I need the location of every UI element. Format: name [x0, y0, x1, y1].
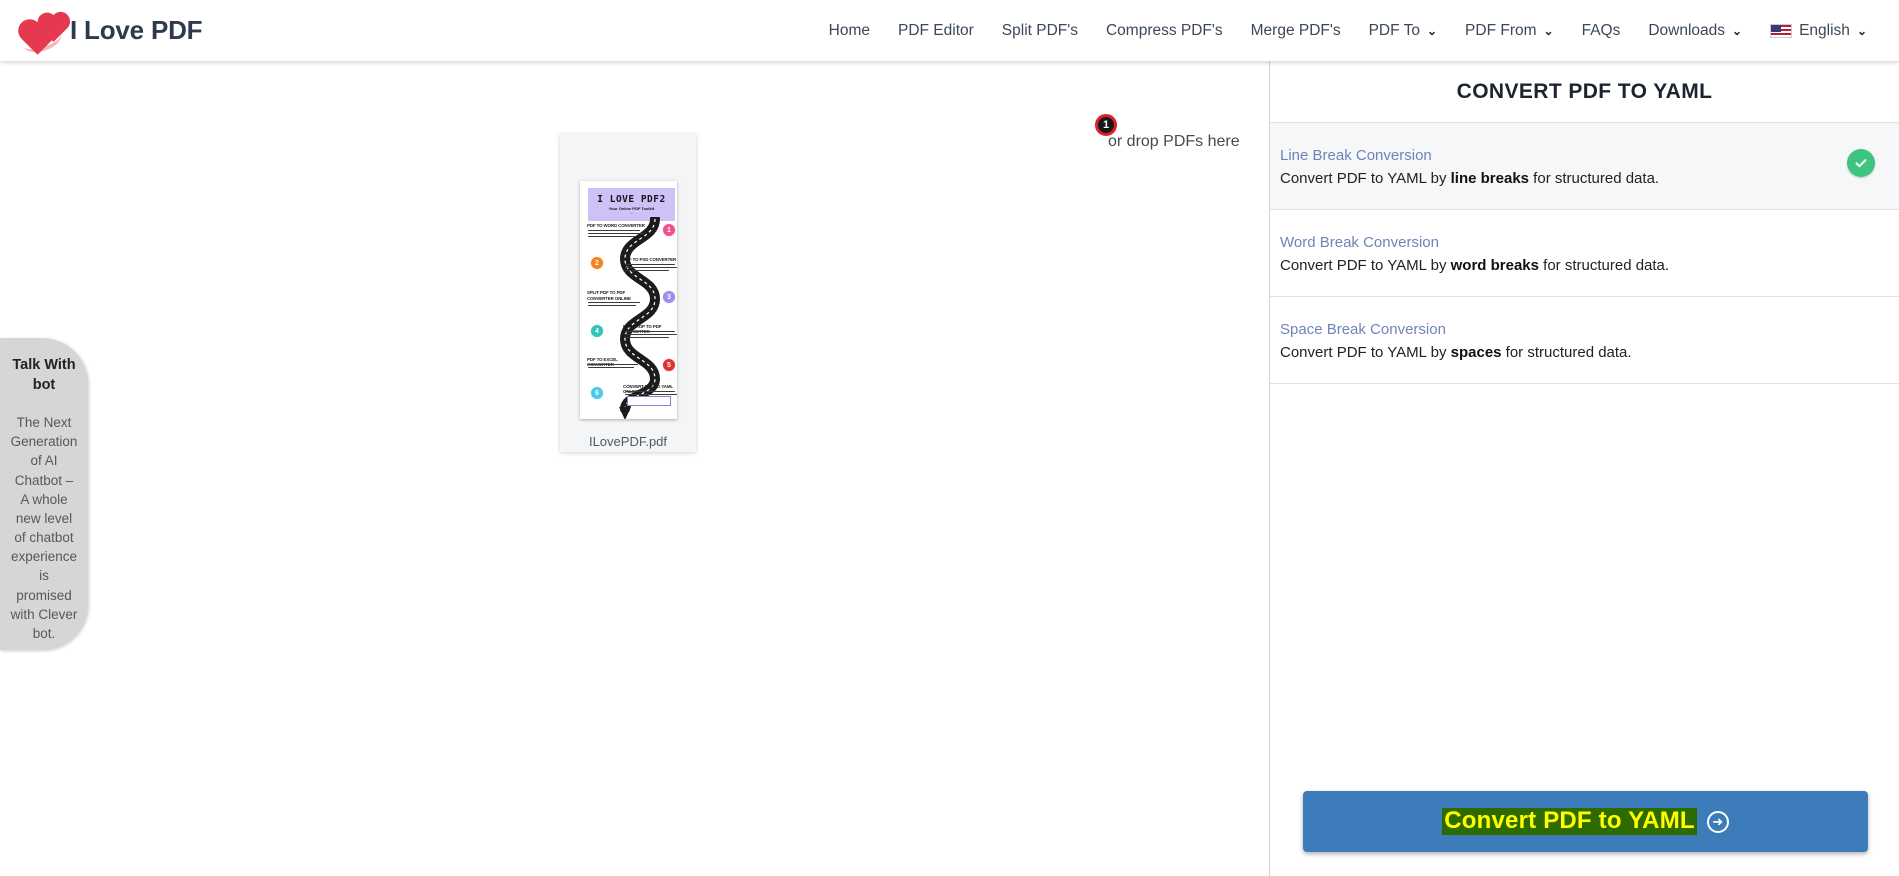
- uploaded-file-card[interactable]: I LOVE PDF2 Your Online PDF Toolkit — 1 …: [560, 134, 696, 452]
- roadmap-node-4: 4: [590, 324, 604, 338]
- option-desc-bold: word breaks: [1450, 257, 1539, 274]
- infographic-cta-button: [627, 396, 671, 406]
- infographic-title: I LOVE PDF2: [597, 194, 666, 205]
- roadmap-heading-6: CONVERT PDF TO YAML ONLINE: [623, 384, 673, 394]
- nav-item-compress-pdfs[interactable]: Compress PDF's: [1092, 22, 1237, 40]
- nav-item-downloads[interactable]: Downloads ⌄: [1634, 22, 1756, 40]
- option-line-break-conversion[interactable]: Line Break Conversion Convert PDF to YAM…: [1270, 123, 1899, 210]
- nav-item-pdf-from[interactable]: PDF From ⌄: [1451, 22, 1568, 40]
- check-circle-icon[interactable]: [1847, 149, 1875, 177]
- main-navigation: Home PDF Editor Split PDF's Compress PDF…: [815, 22, 1881, 40]
- infographic-divider: —: [630, 211, 633, 215]
- nav-item-home[interactable]: Home: [815, 22, 884, 40]
- chevron-down-icon: ⌄: [1732, 23, 1743, 38]
- roadmap-node-2: 2: [590, 256, 604, 270]
- nav-label: Downloads: [1648, 21, 1726, 39]
- roadmap-heading-2: PDF TO PSD CONVERTER: [623, 257, 677, 262]
- nav-label: Home: [828, 21, 870, 39]
- chatbot-title: Talk With bot: [12, 357, 76, 393]
- chatbot-widget[interactable]: Talk With bot The Next Generation of AI …: [0, 338, 88, 650]
- nav-item-split-pdfs[interactable]: Split PDF's: [988, 22, 1092, 40]
- nav-label: PDF Editor: [897, 21, 974, 39]
- file-name-label: ILovePDF.pdf: [588, 434, 668, 449]
- option-title[interactable]: Line Break Conversion: [1280, 147, 1875, 164]
- nav-label: Split PDF's: [1001, 21, 1078, 39]
- option-desc-after: for structured data.: [1529, 170, 1660, 187]
- nav-label: Compress PDF's: [1105, 21, 1223, 39]
- option-desc-before: Convert PDF to YAML by: [1280, 257, 1451, 274]
- roadmap-heading-1: PDF TO WORD CONVERTER: [587, 223, 645, 228]
- language-selector[interactable]: English ⌄: [1756, 22, 1881, 40]
- conversion-panel: CONVERT PDF TO YAML Line Break Conversio…: [1269, 61, 1899, 876]
- panel-title: CONVERT PDF TO YAML: [1270, 61, 1899, 123]
- option-desc-after: for structured data.: [1539, 257, 1670, 274]
- nav-item-pdf-to[interactable]: PDF To ⌄: [1355, 22, 1451, 40]
- option-description: Convert PDF to YAML by line breaks for s…: [1280, 170, 1875, 187]
- option-space-break-conversion[interactable]: Space Break Conversion Convert PDF to YA…: [1270, 297, 1899, 384]
- nav-label: PDF From: [1465, 21, 1537, 39]
- roadmap-heading-4: PDF CROP TO PDF CONVERTER: [623, 324, 662, 334]
- pdf-page-preview: I LOVE PDF2 Your Online PDF Toolkit — 1 …: [583, 184, 677, 419]
- option-desc-before: Convert PDF to YAML by: [1280, 170, 1451, 187]
- app-root: I Love PDF Home PDF Editor Split PDF's C…: [0, 0, 1899, 876]
- us-flag-icon: [1770, 23, 1793, 38]
- option-description: Convert PDF to YAML by word breaks for s…: [1280, 257, 1875, 274]
- convert-button-label: Convert PDF to YAML: [1442, 807, 1697, 835]
- chatbot-description: The Next Generation of AI Chatbot – A wh…: [10, 415, 78, 641]
- option-desc-bold: spaces: [1450, 344, 1502, 361]
- option-desc-after: for structured data.: [1501, 344, 1632, 361]
- option-desc-bold: line breaks: [1450, 170, 1530, 187]
- chevron-down-icon: ⌄: [1543, 23, 1554, 38]
- option-description: Convert PDF to YAML by spaces for struct…: [1280, 344, 1875, 361]
- roadmap-heading-5: PDF TO EXCEL CONVERTER: [587, 357, 618, 367]
- nav-item-merge-pdfs[interactable]: Merge PDF's: [1237, 22, 1355, 40]
- brand-logo[interactable]: I Love PDF: [19, 11, 203, 57]
- option-title[interactable]: Word Break Conversion: [1280, 234, 1875, 251]
- option-desc-before: Convert PDF to YAML by: [1280, 344, 1451, 361]
- arrow-right-circle-icon: ➜: [1706, 810, 1729, 833]
- nav-label: Merge PDF's: [1250, 21, 1341, 39]
- roadmap-node-1: 1: [662, 223, 676, 237]
- roadmap-node-3: 3: [662, 290, 676, 304]
- nav-item-pdf-editor[interactable]: PDF Editor: [884, 22, 988, 40]
- site-header: I Love PDF Home PDF Editor Split PDF's C…: [0, 0, 1899, 61]
- chevron-down-icon: ⌄: [1856, 23, 1867, 38]
- nav-item-faqs[interactable]: FAQs: [1568, 22, 1635, 40]
- roadmap-heading-3: SPLIT PDF TO PDF CONVERTER ONLINE: [587, 290, 631, 301]
- nav-label: PDF To: [1368, 21, 1420, 39]
- brand-title: I Love PDF: [70, 15, 203, 45]
- option-word-break-conversion[interactable]: Word Break Conversion Convert PDF to YAM…: [1270, 210, 1899, 297]
- pdf-thumbnail[interactable]: I LOVE PDF2 Your Online PDF Toolkit — 1 …: [580, 181, 677, 419]
- convert-pdf-to-yaml-button[interactable]: Convert PDF to YAML ➜: [1303, 791, 1868, 852]
- upload-workspace[interactable]: 1 or drop PDFs here I LOVE PDF2 Your Onl…: [0, 61, 1268, 876]
- drop-files-hint: or drop PDFs here: [1108, 133, 1240, 150]
- nav-label: FAQs: [1581, 21, 1621, 39]
- roadmap-node-5: 5: [662, 358, 676, 372]
- roadmap-node-6: 6: [590, 386, 604, 400]
- chevron-down-icon: ⌄: [1426, 23, 1438, 38]
- language-label: English: [1799, 21, 1850, 39]
- click-target-marker: 1: [1095, 114, 1117, 136]
- option-title[interactable]: Space Break Conversion: [1280, 321, 1875, 338]
- two-hearts-icon: [19, 11, 68, 57]
